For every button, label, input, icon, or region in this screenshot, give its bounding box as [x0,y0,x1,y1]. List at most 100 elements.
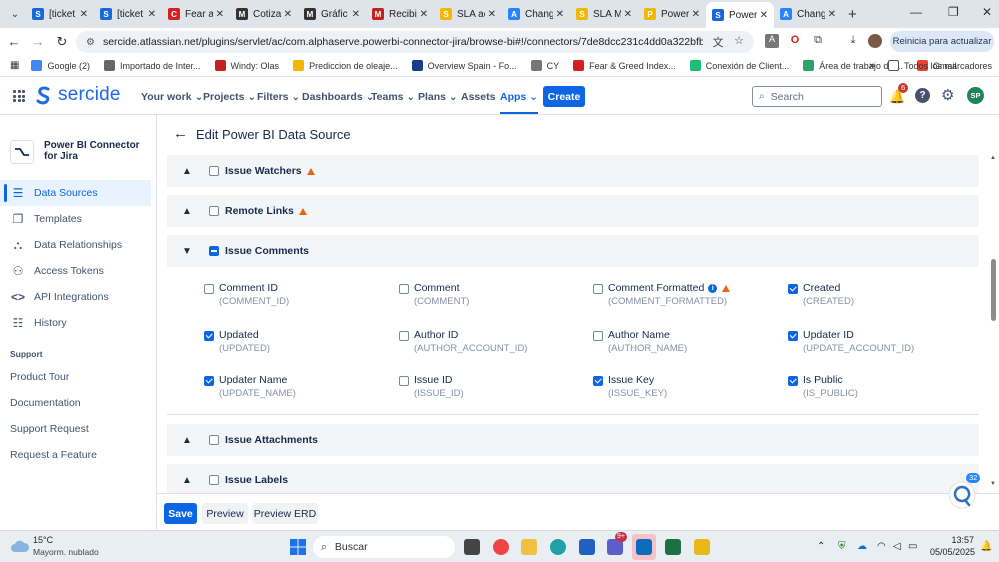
site-info-icon[interactable]: ⚙ [86,37,95,48]
maximize-icon[interactable]: ❐ [948,5,959,19]
downloads-icon[interactable]: ⤓ [846,34,860,48]
site-logo[interactable]: sercide [34,84,121,106]
nav-assets[interactable]: Assets [461,91,495,103]
powerbi-icon[interactable] [694,539,710,555]
browser-tab[interactable]: S [ticket ✕ [26,2,94,26]
nav-plans[interactable]: Plans ⌄ [418,91,458,103]
windows-start-icon[interactable] [290,539,306,555]
field-checkbox[interactable] [593,284,603,294]
back-arrow-icon[interactable]: ← [173,125,188,142]
security-shield-icon[interactable]: ⛨ [838,541,846,552]
new-tab-icon[interactable]: + [848,6,857,23]
nav-projects[interactable]: Projects ⌄ [203,91,256,103]
update-browser-button[interactable]: Reinicia para actualizar [890,31,994,52]
browser-tab[interactable]: S SLA ac✕ [434,2,502,26]
browser-tab[interactable]: M Cotiza ✕ [230,2,298,26]
bookmark-item[interactable]: Overview Spain - Fo... [411,60,517,71]
scrollbar-thumb[interactable] [991,259,996,321]
scroll-up-icon[interactable]: ▲ [990,155,996,161]
extensions-puzzle-icon[interactable]: ⧉ [811,34,825,48]
chrome-icon[interactable] [493,539,509,555]
all-bookmarks-folder[interactable]: Todos los marcadores [888,60,992,71]
settings-gear-icon[interactable]: ⚙ [941,86,954,104]
url-field[interactable]: ⚙ sercide.atlassian.net/plugins/servlet/… [76,31,754,53]
taskbar-search[interactable]: ⌕ Buscar [313,536,455,558]
browser-tab[interactable]: S SLA M ✕ [570,2,638,26]
bookmark-item[interactable]: Google (2) [31,60,90,71]
excel-icon[interactable] [665,539,681,555]
tab-close-icon[interactable]: ✕ [420,9,428,20]
preview-erd-button[interactable]: Preview ERD [252,503,318,524]
sidebar-item-access-tokens[interactable]: ⚇ Access Tokens [0,258,151,284]
tab-close-icon[interactable]: ✕ [556,9,564,20]
chevron-down-icon[interactable]: ▼ [179,246,195,257]
app-switcher-icon[interactable] [13,90,25,102]
more-bookmarks-icon[interactable]: » [869,60,875,72]
save-button[interactable]: Save [164,503,197,524]
notification-center-icon[interactable]: 🔔 [980,541,992,552]
issue-comments-checkbox[interactable] [209,246,219,256]
browser-tab[interactable]: S [ticket ✕ [94,2,162,26]
support-link-documentation[interactable]: Documentation [10,397,81,409]
sidebar-item-history[interactable]: ☷ History [0,310,151,336]
onedrive-cloud-icon[interactable]: ☁ [857,541,867,552]
bookmark-item[interactable]: Windy: Olas [214,60,279,71]
sidebar-item-data-sources[interactable]: ☰ Data Sources [0,180,151,206]
remote-links-checkbox[interactable] [209,206,219,216]
bookmark-item[interactable]: Importado de Inter... [103,60,201,71]
support-link-support-request[interactable]: Support Request [10,423,89,435]
field-checkbox[interactable] [399,331,409,341]
volume-icon[interactable]: ◁ [893,541,901,552]
preview-button[interactable]: Preview [202,503,248,524]
nav-filters[interactable]: Filters ⌄ [257,91,300,103]
wifi-icon[interactable]: ◠ [877,541,886,552]
profile-avatar[interactable] [868,34,882,48]
store-icon[interactable] [579,539,595,555]
tab-close-icon[interactable]: ✕ [828,9,836,20]
browser-tab[interactable]: A Chang ✕ [774,2,842,26]
forward-icon[interactable]: → [26,34,50,49]
chevron-up-icon[interactable]: ▲ [179,166,195,177]
field-checkbox[interactable] [204,376,214,386]
tab-list-dropdown-icon[interactable]: ⌄ [4,3,26,25]
search-input[interactable]: ⌕ Search [752,86,882,107]
tab-close-icon[interactable]: ✕ [488,9,496,20]
field-checkbox[interactable] [204,331,214,341]
avatar[interactable]: SP [967,87,984,104]
edge-icon[interactable] [550,539,566,555]
bookmark-star-icon[interactable]: ☆ [732,34,746,48]
back-icon[interactable]: ← [2,34,26,49]
battery-icon[interactable]: ▭ [908,541,917,552]
tab-close-icon[interactable]: ✕ [216,9,224,20]
tab-close-icon[interactable]: ✕ [148,9,156,20]
tab-close-icon[interactable]: ✕ [760,10,768,21]
field-checkbox[interactable] [399,376,409,386]
browser-tab[interactable]: M Recibi ✕ [366,2,434,26]
help-chat-button[interactable]: 32 [943,473,983,514]
minimize-icon[interactable]: — [910,5,922,19]
field-checkbox[interactable] [788,376,798,386]
bookmark-item[interactable]: CY [530,60,559,71]
field-checkbox[interactable] [593,376,603,386]
outlook-icon[interactable] [636,539,652,555]
info-icon[interactable]: i [708,283,718,293]
scrollbar[interactable]: ▲ ▼ [988,151,999,493]
chevron-up-icon[interactable]: ▲ [179,475,195,486]
scroll-down-icon[interactable]: ▼ [990,481,996,487]
weather-cloud-icon[interactable] [10,538,30,554]
nav-dashboards[interactable]: Dashboards ⌄ [302,91,374,103]
browser-tab[interactable]: C Fear ar✕ [162,2,230,26]
tab-close-icon[interactable]: ✕ [624,9,632,20]
chevron-up-icon[interactable]: ▲ [179,206,195,217]
nav-your-work[interactable]: Your work ⌄ [141,91,203,103]
issue-attachments-checkbox[interactable] [209,435,219,445]
task-view-icon[interactable] [464,539,480,555]
apps-grid-icon[interactable]: ▦ [10,60,19,71]
tab-close-icon[interactable]: ✕ [284,9,292,20]
tab-close-icon[interactable]: ✕ [692,9,700,20]
field-checkbox[interactable] [788,284,798,294]
browser-tab[interactable]: M Gráfic ✕ [298,2,366,26]
bookmark-item[interactable]: Fear & Greed Index... [573,60,676,71]
tab-close-icon[interactable]: ✕ [80,9,88,20]
support-link-product-tour[interactable]: Product Tour [10,371,69,383]
